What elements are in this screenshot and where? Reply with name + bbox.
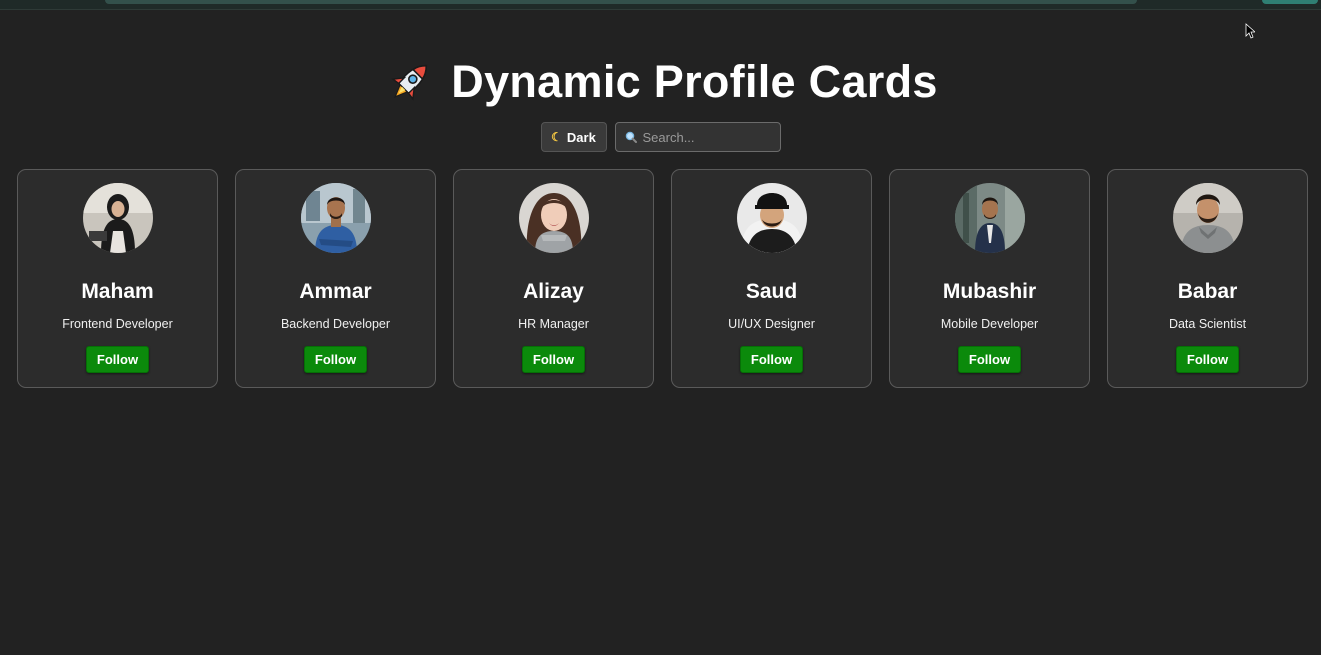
browser-accent-strip [1262, 0, 1318, 4]
mouse-cursor-icon [1245, 23, 1255, 39]
profile-role: Frontend Developer [62, 317, 173, 331]
profile-role: Mobile Developer [940, 317, 1039, 331]
profile-name: Ammar [299, 280, 372, 303]
follow-button[interactable]: Follow [85, 346, 150, 373]
profile-name: Mubashir [942, 280, 1037, 303]
profile-role: Backend Developer [280, 317, 391, 331]
profile-card: Alizay HR Manager Follow [453, 169, 654, 388]
profile-name: Saud [745, 280, 798, 303]
browser-top-bar [0, 0, 1321, 10]
profile-card: Babar Data Scientist Follow [1107, 169, 1308, 388]
page-header: Dynamic Profile Cards [0, 52, 1321, 112]
follow-button[interactable]: Follow [1175, 346, 1240, 373]
theme-toggle-label: Dark [566, 129, 596, 145]
avatar [736, 183, 807, 253]
theme-toggle-button[interactable]: ☾ Dark [540, 122, 607, 152]
profile-card-list: Maham Frontend Developer Follow Ammar Ba… [17, 169, 1308, 388]
search-box[interactable] [614, 122, 781, 152]
profile-name: Babar [1177, 280, 1238, 303]
toolbar: ☾ Dark [0, 122, 1321, 152]
browser-address-strip [105, 0, 1137, 4]
profile-role: UI/UX Designer [728, 317, 815, 331]
avatar [300, 183, 371, 253]
profile-card: Mubashir Mobile Developer Follow [889, 169, 1090, 388]
page-title: Dynamic Profile Cards [451, 56, 938, 107]
search-icon [625, 131, 637, 143]
moon-icon: ☾ [551, 130, 562, 144]
profile-card: Saud UI/UX Designer Follow [671, 169, 872, 388]
profile-role: Data Scientist [1168, 317, 1247, 331]
rocket-icon [391, 64, 428, 101]
search-input[interactable] [642, 129, 773, 145]
profile-name: Maham [81, 280, 154, 303]
follow-button[interactable]: Follow [303, 346, 368, 373]
profile-role: HR Manager [518, 317, 589, 331]
profile-name: Alizay [523, 280, 584, 303]
profile-card: Maham Frontend Developer Follow [17, 169, 218, 388]
avatar [1172, 183, 1243, 253]
avatar [518, 183, 589, 253]
profile-card: Ammar Backend Developer Follow [235, 169, 436, 388]
follow-button[interactable]: Follow [521, 346, 586, 373]
avatar [82, 183, 153, 253]
follow-button[interactable]: Follow [739, 346, 804, 373]
follow-button[interactable]: Follow [957, 346, 1022, 373]
avatar [954, 183, 1025, 253]
